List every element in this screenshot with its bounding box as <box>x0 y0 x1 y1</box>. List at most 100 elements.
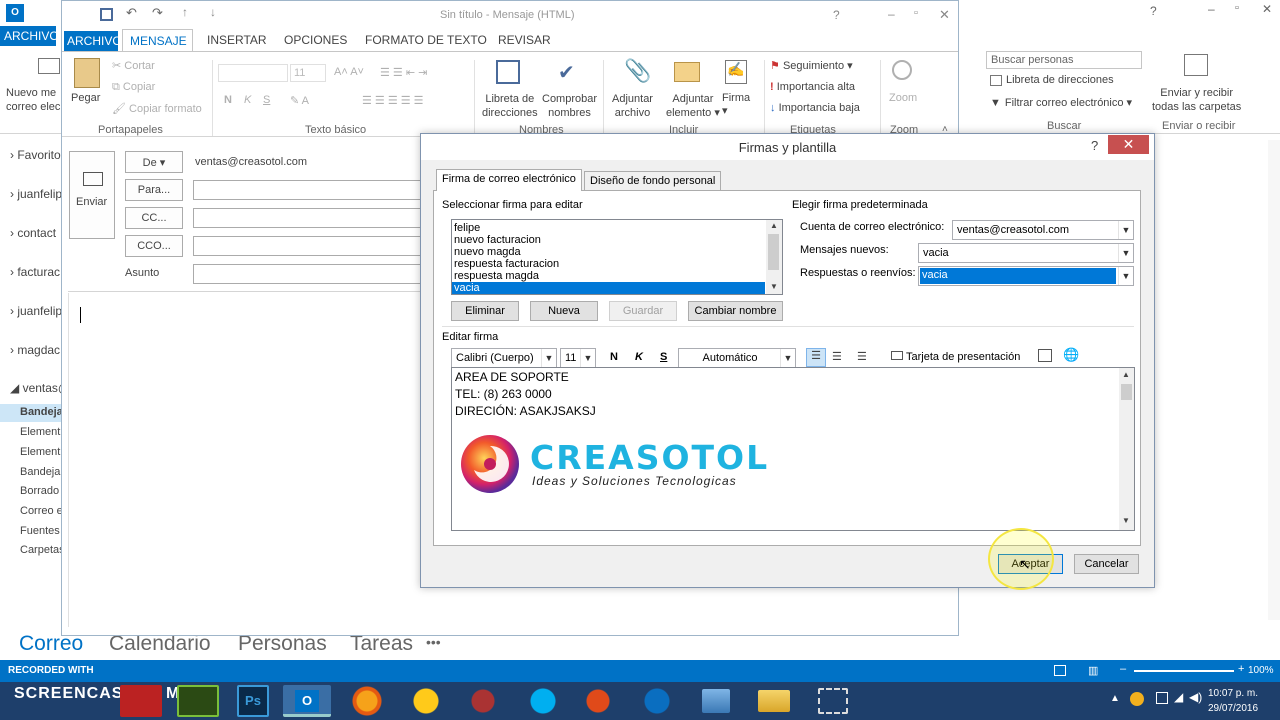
signature-list-scrollbar[interactable]: ▲ ▼ <box>766 220 782 294</box>
subfolder-item[interactable]: Correo e <box>20 505 63 517</box>
minimize-icon[interactable]: – <box>1208 2 1215 16</box>
down-icon[interactable]: ↓ <box>210 5 216 19</box>
skype-icon[interactable] <box>522 685 564 717</box>
subfolder-item[interactable]: Fuentes <box>20 525 60 537</box>
copy-button[interactable]: ⧉ Copiar <box>112 81 155 94</box>
send-receive-button[interactable]: Enviar y recibir todas las carpetas <box>1152 86 1241 114</box>
cc-field[interactable] <box>193 208 421 228</box>
redo-icon[interactable]: ↷ <box>152 5 163 21</box>
outlook-archivo-tab[interactable]: ARCHIVO <box>0 26 59 46</box>
undo-icon[interactable]: ↶ <box>126 5 137 21</box>
save-signature-button[interactable]: Guardar <box>609 301 677 321</box>
attach-item-button[interactable]: Adjuntar elemento ▾ <box>666 92 720 120</box>
signature-button[interactable]: Firma ▾ <box>722 92 750 117</box>
msg-help-icon[interactable]: ? <box>833 8 840 22</box>
bold-button[interactable]: N <box>610 351 618 363</box>
filter-email-button[interactable]: ▼ Filtrar correo electrónico ▾ <box>990 96 1132 109</box>
new-signature-button[interactable]: Nueva <box>530 301 598 321</box>
font-size-combo[interactable]: 11 <box>290 64 326 82</box>
signature-list-item[interactable]: nuevo magda <box>454 246 521 258</box>
grow-font-icon[interactable]: A˄ A˅ <box>334 66 364 78</box>
tab-mensaje[interactable]: MENSAJE <box>122 29 193 51</box>
low-importance-button[interactable]: ↓ Importancia baja <box>770 102 860 114</box>
tray-arrow-icon[interactable]: ▲ <box>1110 693 1120 704</box>
dreamweaver-icon[interactable] <box>177 685 219 717</box>
scroll-thumb[interactable] <box>1121 384 1132 400</box>
signature-list[interactable]: felipe nuevo facturacion nuevo magda res… <box>451 219 783 295</box>
dialog-close-button[interactable]: ✕ <box>1108 135 1149 154</box>
zoom-slider[interactable] <box>1134 670 1234 672</box>
tab-revisar[interactable]: REVISAR <box>498 33 551 47</box>
address-book-button[interactable]: Libreta de direcciones <box>482 92 538 120</box>
underline-button[interactable]: S <box>660 351 667 363</box>
clock-date[interactable]: 29/07/2016 <box>1208 703 1258 714</box>
follow-up-button[interactable]: ⚑ Seguimiento ▾ <box>770 59 853 72</box>
editor-scrollbar[interactable]: ▲ ▼ <box>1119 368 1134 530</box>
italic-button[interactable]: K <box>635 351 643 363</box>
msg-restore-icon[interactable]: ▫ <box>914 7 918 19</box>
underline-icon[interactable]: S <box>263 94 270 106</box>
align-icons[interactable]: ☰ ☰ ☰ ☰ ☰ <box>362 94 424 107</box>
email-account-select[interactable]: ventas@creasotol.com ▼ <box>952 220 1134 240</box>
signature-list-item-selected[interactable]: vacia <box>452 282 765 294</box>
notepad-icon[interactable] <box>702 689 730 713</box>
tab-opciones[interactable]: OPCIONES <box>284 33 347 47</box>
tab-personal-stationery[interactable]: Diseño de fondo personal <box>584 171 722 191</box>
italic-icon[interactable]: K <box>244 94 251 106</box>
app-s-icon[interactable] <box>577 685 619 717</box>
signature-list-item[interactable]: respuesta magda <box>454 270 539 282</box>
zoom-button[interactable]: Zoom <box>889 92 917 104</box>
folder-favorites[interactable]: › Favorito <box>10 148 61 162</box>
scroll-down-icon[interactable]: ▼ <box>1122 516 1130 525</box>
right-edge-scrollbar[interactable] <box>1268 140 1280 620</box>
signature-list-item[interactable]: nuevo facturacion <box>454 234 541 246</box>
snipping-tool-icon[interactable] <box>818 688 848 714</box>
subfolder-item[interactable]: Element <box>20 426 60 438</box>
attach-file-button[interactable]: Adjuntar archivo <box>612 92 653 120</box>
signal-icon[interactable]: ◢ <box>1174 690 1183 704</box>
sublime-icon[interactable] <box>462 685 504 717</box>
copy-format-button[interactable]: 🖌 Copiar formato <box>112 102 202 115</box>
delete-signature-button[interactable]: Eliminar <box>451 301 519 321</box>
signature-editor[interactable]: AREA DE SOPORTE TEL: (8) 263 0000 DIRECI… <box>451 367 1135 531</box>
signature-list-item[interactable]: felipe <box>454 222 480 234</box>
subfolder-inbox[interactable]: Bandeja <box>20 406 63 418</box>
restore-icon[interactable]: ▫ <box>1235 2 1239 14</box>
cut-button[interactable]: ✂ Cortar <box>112 59 155 72</box>
scroll-thumb[interactable] <box>768 234 779 270</box>
insert-picture-icon[interactable] <box>1038 349 1052 362</box>
subfolder-item[interactable]: Bandeja <box>20 466 60 478</box>
folder-item[interactable]: › contact <box>10 226 56 240</box>
from-button[interactable]: De ▾ <box>125 151 183 173</box>
tab-formato-texto[interactable]: FORMATO DE TEXTO <box>365 33 487 47</box>
align-right-icon[interactable]: ☰ <box>857 350 867 363</box>
filezilla-icon[interactable] <box>120 685 162 717</box>
clock-time[interactable]: 10:07 p. m. <box>1208 688 1258 699</box>
cancel-button[interactable]: Cancelar <box>1074 554 1139 574</box>
new-messages-select[interactable]: vacia ▼ <box>918 243 1134 263</box>
tab-insertar[interactable]: INSERTAR <box>207 33 267 47</box>
tab-email-signature[interactable]: Firma de correo electrónico <box>436 169 582 191</box>
chrome-canary-icon[interactable] <box>405 685 447 717</box>
msg-minimize-icon[interactable]: – <box>888 7 895 21</box>
search-people-input[interactable]: Buscar personas <box>986 51 1142 69</box>
file-explorer-icon[interactable] <box>758 690 790 712</box>
normal-view-icon[interactable] <box>1054 665 1066 676</box>
to-button[interactable]: Para... <box>125 179 183 201</box>
to-field[interactable] <box>193 180 421 200</box>
up-icon[interactable]: ↑ <box>182 5 188 19</box>
bold-icon[interactable]: N <box>224 94 232 106</box>
tab-archivo[interactable]: ARCHIVO <box>64 31 122 51</box>
font-name-combo[interactable] <box>218 64 288 82</box>
folder-item[interactable]: › facturac <box>10 265 60 279</box>
firefox-icon[interactable] <box>346 685 388 717</box>
subfolder-item[interactable]: Carpetas <box>20 544 65 556</box>
subject-field[interactable] <box>193 264 421 284</box>
new-mail-button[interactable]: Nuevo me correo elec <box>6 86 60 114</box>
bcc-button[interactable]: CCO... <box>125 235 183 257</box>
save-icon[interactable] <box>100 8 113 21</box>
insert-hyperlink-icon[interactable]: 🌐 <box>1063 347 1079 363</box>
font-select[interactable]: Calibri (Cuerpo) ▼ <box>451 348 557 368</box>
folder-item[interactable]: › juanfelip <box>10 304 62 318</box>
scroll-down-icon[interactable]: ▼ <box>770 282 778 291</box>
